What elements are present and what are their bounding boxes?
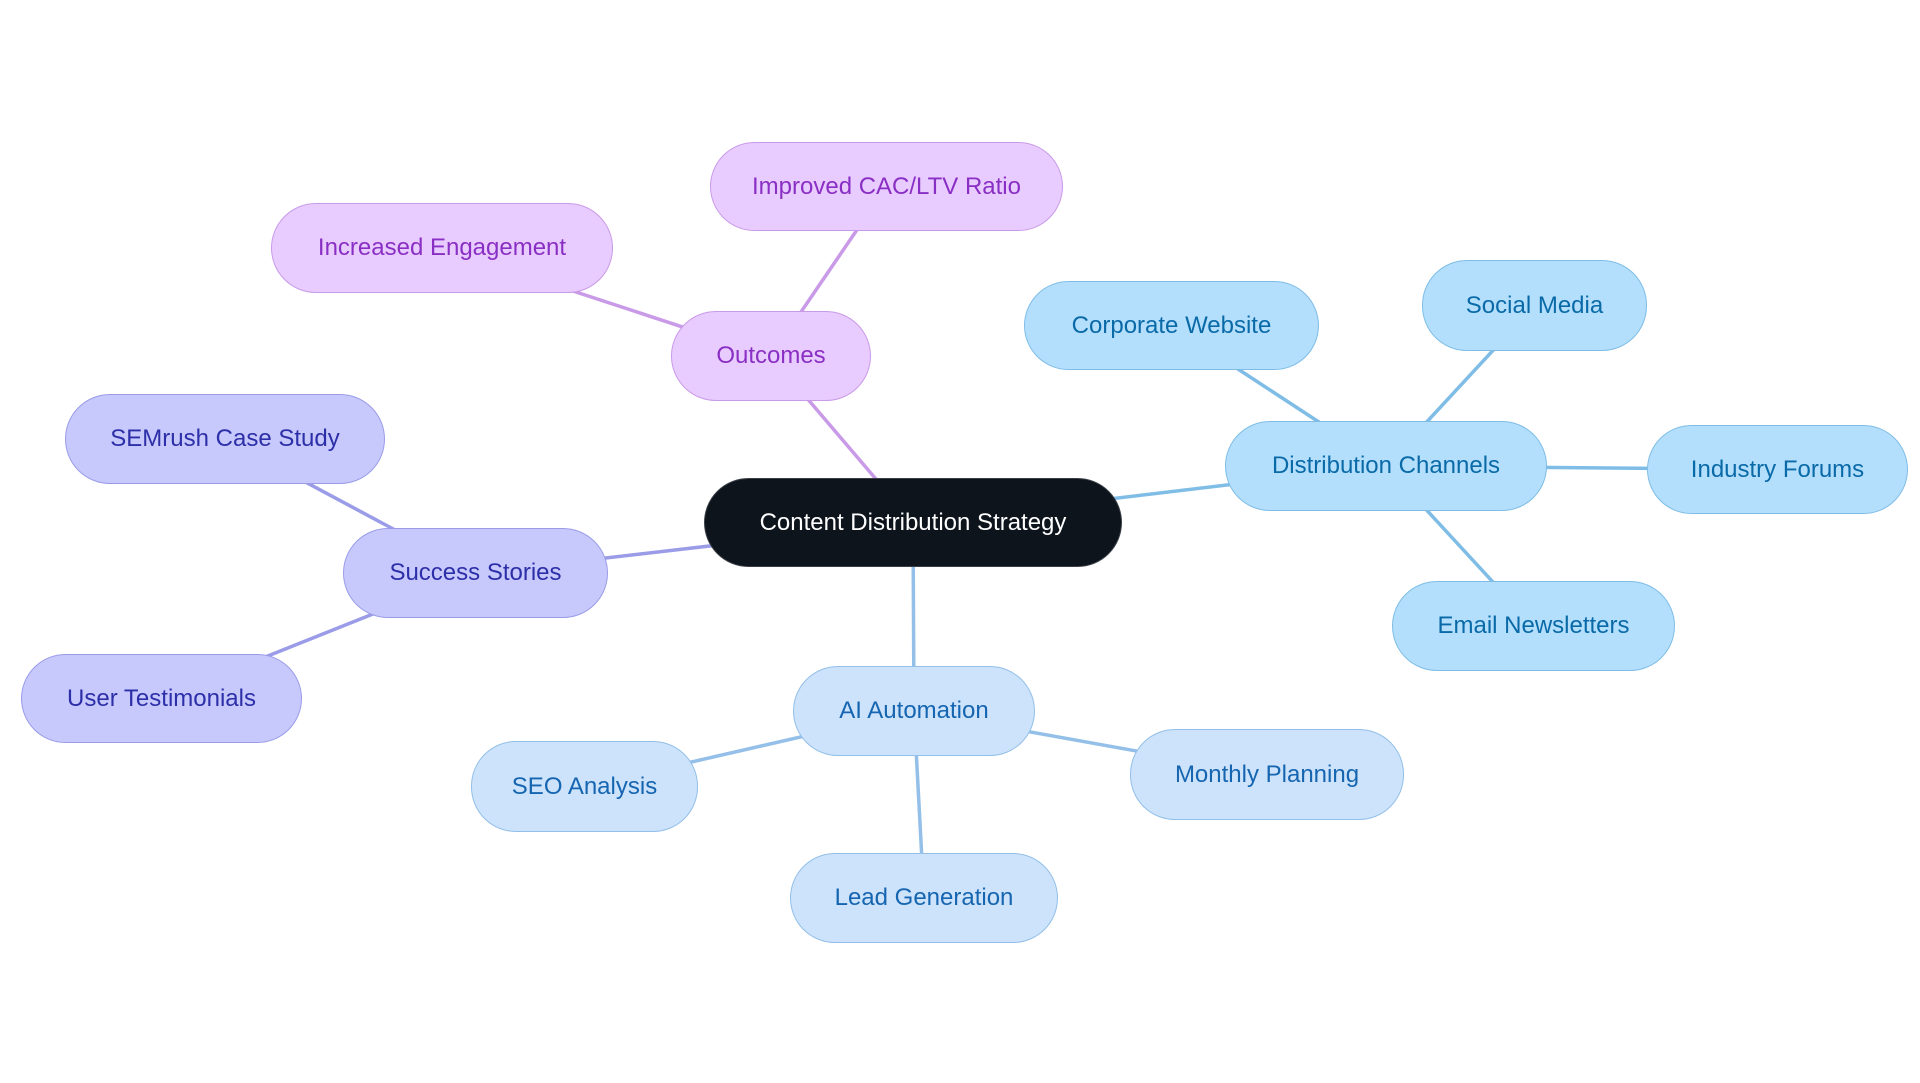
leaf-node-semrush-case-study[interactable]: SEMrush Case Study bbox=[65, 394, 385, 484]
node-label: User Testimonials bbox=[67, 684, 256, 712]
node-label: Distribution Channels bbox=[1271, 452, 1501, 479]
node-label: Outcomes bbox=[716, 342, 826, 369]
node-label: Social Media bbox=[1465, 291, 1604, 319]
node-label: Industry Forums bbox=[1690, 455, 1865, 483]
node-label: SEMrush Case Study bbox=[110, 425, 340, 452]
branch-node-success-stories[interactable]: Success Stories bbox=[343, 528, 608, 618]
leaf-node-monthly-planning[interactable]: Monthly Planning bbox=[1130, 729, 1404, 820]
node-label: Email Newsletters bbox=[1437, 612, 1630, 639]
leaf-node-lead-generation[interactable]: Lead Generation bbox=[790, 853, 1058, 943]
node-label: SEO Analysis bbox=[511, 772, 658, 800]
leaf-node-industry-forums[interactable]: Industry Forums bbox=[1647, 425, 1908, 514]
node-label: Monthly Planning bbox=[1174, 760, 1360, 788]
leaf-node-user-testimonials[interactable]: User Testimonials bbox=[21, 654, 302, 743]
node-label: AI Automation bbox=[839, 697, 989, 724]
root-node-label: Content Distribution Strategy bbox=[759, 508, 1067, 536]
node-label: Increased Engagement bbox=[317, 234, 567, 261]
node-label: Success Stories bbox=[389, 559, 562, 586]
leaf-node-social-media[interactable]: Social Media bbox=[1422, 260, 1647, 351]
leaf-node-corporate-website[interactable]: Corporate Website bbox=[1024, 281, 1319, 370]
branch-node-distribution-channels[interactable]: Distribution Channels bbox=[1225, 421, 1547, 511]
leaf-node-increased-engagement[interactable]: Increased Engagement bbox=[271, 203, 613, 293]
node-label: Improved CAC/LTV Ratio bbox=[752, 172, 1021, 200]
leaf-node-seo-analysis[interactable]: SEO Analysis bbox=[471, 741, 698, 832]
branch-node-outcomes[interactable]: Outcomes bbox=[671, 311, 871, 401]
node-label: Lead Generation bbox=[834, 884, 1014, 911]
root-node[interactable]: Content Distribution Strategy bbox=[704, 478, 1122, 567]
node-label: Corporate Website bbox=[1071, 311, 1272, 339]
branch-node-ai-automation[interactable]: AI Automation bbox=[793, 666, 1035, 756]
leaf-node-email-newsletters[interactable]: Email Newsletters bbox=[1392, 581, 1675, 671]
leaf-node-cac-ltv-ratio[interactable]: Improved CAC/LTV Ratio bbox=[710, 142, 1063, 231]
